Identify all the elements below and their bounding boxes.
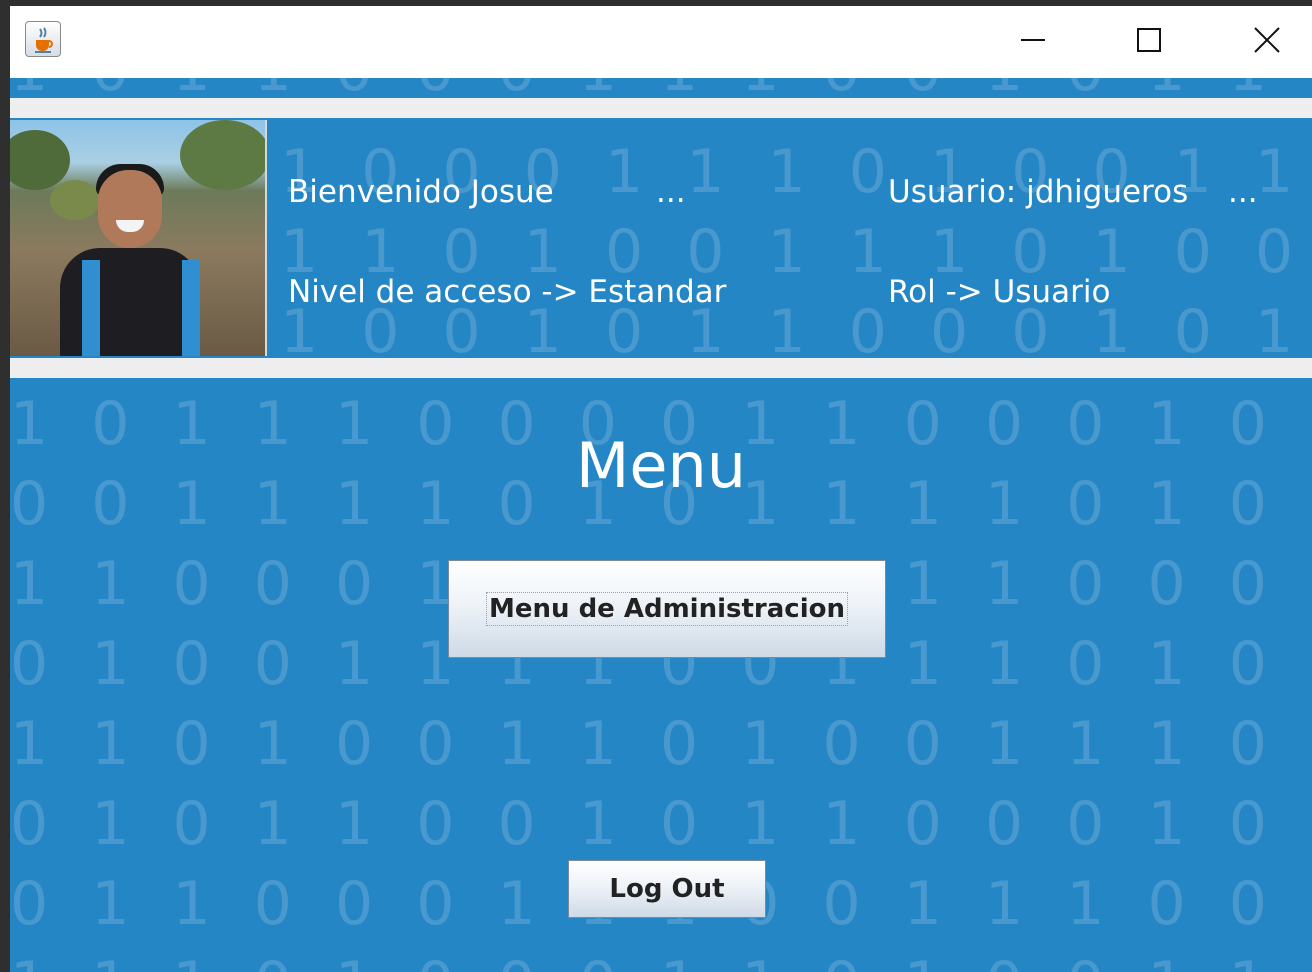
- user-info-panel: 1 0 0 0 1 1 1 0 1 0 0 1 1 1 0 1 0 0 1 1 …: [10, 118, 1312, 358]
- separator: [10, 358, 1312, 378]
- access-level-label: Nivel de acceso -> Estandar: [288, 274, 727, 310]
- username-ellipsis: ...: [1228, 174, 1258, 210]
- welcome-ellipsis: ...: [656, 174, 686, 210]
- menu-title: Menu: [575, 429, 747, 502]
- admin-menu-button-label: Menu de Administracion: [485, 592, 848, 626]
- menu-panel: 1 0 1 1 1 0 0 0 0 1 1 0 0 0 1 0 1 1 0 0 …: [10, 378, 1312, 972]
- logout-button[interactable]: Log Out: [568, 860, 766, 918]
- profile-photo: [10, 120, 267, 356]
- java-cup-icon[interactable]: [25, 21, 61, 57]
- close-button[interactable]: [1237, 18, 1297, 62]
- maximize-icon: [1137, 28, 1161, 52]
- username-label: Usuario: jdhigueros: [888, 174, 1189, 210]
- minimize-button[interactable]: [1003, 18, 1063, 62]
- app-window: 1 0 1 1 0 0 0 1 1 1 0 0 1 0 1 1 0 0 1 0 …: [10, 6, 1312, 972]
- admin-menu-button[interactable]: Menu de Administracion: [448, 560, 886, 658]
- close-icon: [1254, 27, 1280, 53]
- minimize-icon: [1021, 39, 1045, 41]
- separator: [10, 98, 1312, 118]
- role-label: Rol -> Usuario: [888, 274, 1111, 310]
- welcome-label: Bienvenido Josue: [288, 174, 554, 210]
- maximize-button[interactable]: [1119, 18, 1179, 62]
- desktop-edge-left: [0, 0, 10, 972]
- title-bar: [10, 6, 1312, 78]
- binary-background-strip: 1 0 1 1 0 0 0 1 1 1 0 0 1 0 1 1 0 0 1 0 …: [10, 78, 1312, 98]
